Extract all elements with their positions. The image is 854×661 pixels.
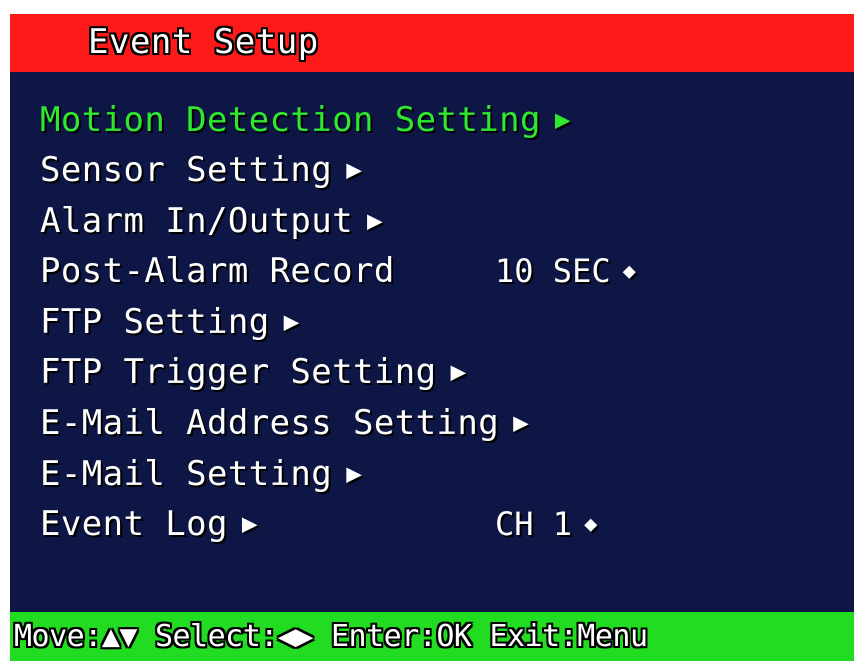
menu-item-label: E-Mail Setting (40, 454, 333, 494)
right-arrow-icon: ▶ (554, 105, 571, 135)
menu-item-alarm-in-output[interactable]: Alarm In/Output ▶ (40, 199, 383, 243)
event-log-channel-value[interactable]: CH 1 ◆ (495, 502, 597, 546)
help-move-label: Move: (14, 619, 102, 654)
up-down-icon: ◆ (622, 259, 636, 284)
left-right-arrows-icon: ◀▶ (277, 619, 314, 654)
menu-item-email-address-setting[interactable]: E-Mail Address Setting ▶ (40, 401, 529, 445)
right-arrow-icon: ▶ (367, 206, 384, 236)
event-setup-menu: Motion Detection Setting ▶ Sensor Setting… (10, 72, 854, 612)
menu-item-label: Post-Alarm Record (40, 251, 395, 291)
up-down-icon: ◆ (584, 512, 598, 537)
up-down-arrows-icon: ▲▼ (101, 619, 138, 654)
menu-item-ftp-setting[interactable]: FTP Setting ▶ (40, 300, 300, 344)
right-arrow-icon: ▶ (283, 307, 300, 337)
help-text: Move:▲▼ Select:◀▶ Enter:OK Exit:Menu (14, 618, 648, 656)
menu-item-ftp-trigger-setting[interactable]: FTP Trigger Setting ▶ (40, 350, 467, 394)
menu-item-label: FTP Trigger Setting (40, 352, 437, 392)
menu-item-label: Alarm In/Output (40, 201, 354, 241)
menu-item-label: FTP Setting (40, 302, 270, 342)
help-select-label: Select: (154, 619, 278, 654)
menu-item-label: E-Mail Address Setting (40, 403, 500, 443)
right-arrow-icon: ▶ (241, 509, 258, 539)
post-alarm-record-value[interactable]: 10 SEC ◆ (495, 249, 636, 293)
help-bar: Move:▲▼ Select:◀▶ Enter:OK Exit:Menu (10, 612, 854, 661)
menu-item-sensor-setting[interactable]: Sensor Setting ▶ (40, 148, 362, 192)
menu-item-motion-detection-setting[interactable]: Motion Detection Setting ▶ (40, 98, 571, 142)
menu-item-event-log[interactable]: Event Log ▶ (40, 502, 258, 546)
value-text: 10 SEC (495, 252, 611, 290)
menu-item-label: Sensor Setting (40, 150, 333, 190)
title-bar: Event Setup (10, 14, 854, 72)
help-enter-label: Enter:OK (331, 619, 472, 654)
menu-item-label: Event Log (40, 504, 228, 544)
help-exit-label: Exit:Menu (489, 619, 649, 654)
page-title: Event Setup (88, 22, 319, 62)
menu-item-label: Motion Detection Setting (40, 100, 541, 140)
menu-item-email-setting[interactable]: E-Mail Setting ▶ (40, 452, 362, 496)
right-arrow-icon: ▶ (513, 408, 530, 438)
menu-item-post-alarm-record[interactable]: Post-Alarm Record (40, 249, 395, 293)
right-arrow-icon: ▶ (346, 459, 363, 489)
dvr-osd-screen: Event Setup Motion Detection Setting ▶ Se… (0, 0, 854, 661)
value-text: CH 1 (495, 505, 573, 543)
right-arrow-icon: ▶ (450, 357, 467, 387)
right-arrow-icon: ▶ (346, 155, 363, 185)
